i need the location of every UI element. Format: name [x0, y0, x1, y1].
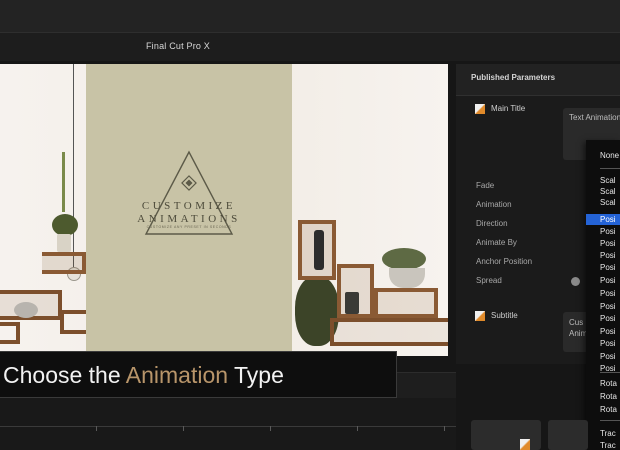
subtitle-label[interactable]: Subtitle [491, 311, 518, 320]
dropdown-item[interactable]: Scal [600, 197, 620, 208]
round-pot [389, 268, 425, 288]
param-direction: Direction [476, 219, 508, 228]
dropdown-item[interactable]: Posi [600, 326, 620, 337]
plant-leaves [52, 214, 78, 236]
shelf-right-long [374, 288, 438, 318]
dropdown-item[interactable]: Trac [600, 428, 620, 439]
ruler-tick [183, 426, 184, 431]
vase [57, 234, 71, 252]
dropdown-item[interactable]: Posi [600, 288, 620, 299]
succulent [382, 248, 426, 270]
param-spread: Spread [476, 276, 502, 285]
browser-thumbnail[interactable] [471, 420, 541, 450]
caption-accent: Animation [125, 362, 229, 388]
shelf-left-edge [60, 310, 86, 334]
timeline-ruler [0, 426, 456, 427]
param-anchor-position: Anchor Position [476, 257, 533, 266]
dropdown-item[interactable]: Posi [600, 301, 620, 312]
top-toolbar [0, 0, 620, 33]
ruler-tick [444, 426, 445, 431]
spread-slider-knob[interactable] [571, 277, 580, 286]
title-generator-icon [520, 439, 530, 450]
ruler-tick [270, 426, 271, 431]
inspector-heading: Published Parameters [471, 73, 556, 82]
dropdown-item[interactable]: Rota [600, 404, 620, 415]
dropdown-item[interactable]: Posi [600, 226, 620, 237]
dropdown-separator [600, 420, 620, 421]
text-animation-label: Text Animation [569, 113, 620, 122]
dropdown-item[interactable]: Posi [600, 275, 620, 286]
subtitle-field-line2: Anim [569, 329, 588, 338]
caption-after: Type [228, 362, 284, 388]
bowl [14, 302, 38, 318]
shelf-left-top [42, 252, 86, 274]
main-title-icon [475, 104, 485, 114]
shelf-right-bottom [330, 318, 448, 346]
dropdown-item[interactable]: Posi [586, 214, 620, 225]
dropdown-item[interactable]: Scal [600, 186, 620, 197]
main-title-label[interactable]: Main Title [491, 104, 525, 113]
subtitle-field-line1: Cus [569, 318, 584, 327]
dropdown-separator [600, 168, 620, 169]
dropdown-item[interactable]: Posi [600, 313, 620, 324]
dropdown-item[interactable]: Scal [600, 175, 620, 186]
caption-before: Choose the [3, 362, 126, 388]
dropdown-item[interactable]: Rota [600, 391, 620, 402]
dropdown-item[interactable]: Posi [600, 351, 620, 362]
dropdown-item[interactable]: Posi [600, 338, 620, 349]
ruler-tick [357, 426, 358, 431]
dropdown-item[interactable]: Posi [600, 262, 620, 273]
dropdown-item[interactable]: Posi [600, 250, 620, 261]
bottle [314, 230, 324, 270]
ruler-tick [96, 426, 97, 431]
param-animation: Animation [476, 200, 512, 209]
dropdown-item[interactable]: Trac [600, 440, 620, 450]
dropdown-item[interactable]: Rota [600, 378, 620, 389]
param-fade: Fade [476, 181, 495, 190]
hanging-cord [73, 64, 74, 269]
dropdown-item[interactable]: None [600, 150, 620, 161]
logo-title-line1: CUSTOMIZE [141, 200, 237, 212]
triangle-logo [144, 150, 234, 235]
lantern [345, 292, 359, 314]
dropdown-item[interactable]: Posi [600, 238, 620, 249]
plant-stem [62, 152, 65, 212]
logo-title-line2: ANIMATIONS [137, 213, 241, 225]
param-animate-by: Animate By [476, 238, 517, 247]
browser-thumbnail[interactable] [548, 420, 588, 450]
dropdown-separator [600, 372, 620, 373]
logo-tagline: CUSTOMIZE ANY PRESET IN SECONDS [146, 225, 232, 229]
subtitle-icon [475, 311, 485, 321]
app-title: Final Cut Pro X [145, 41, 211, 51]
timeline[interactable] [0, 398, 456, 450]
shelf-left-bottom [0, 322, 20, 344]
viewer-canvas[interactable]: CUSTOMIZE ANIMATIONS CUSTOMIZE ANY PRESE… [0, 64, 448, 356]
caption-text: Choose the Animation Type [3, 362, 284, 389]
